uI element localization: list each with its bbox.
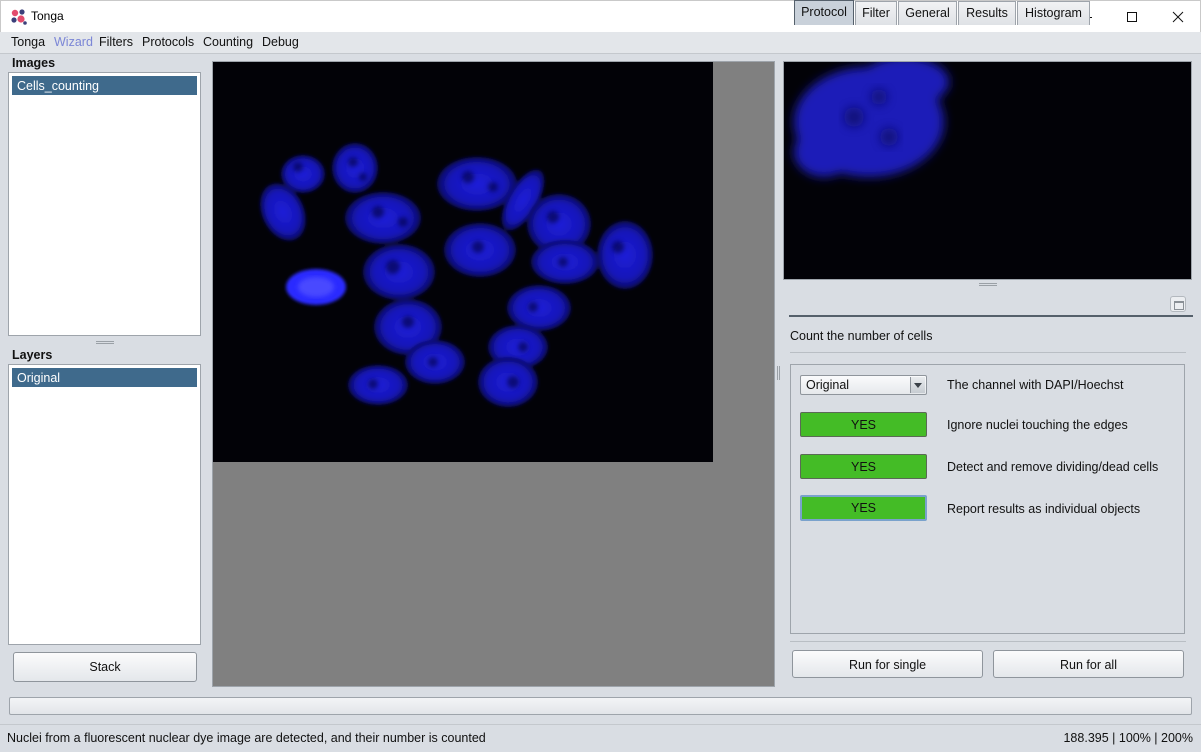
divider bbox=[790, 641, 1186, 642]
preview-viewer[interactable] bbox=[783, 61, 1192, 280]
run-for-all-button[interactable]: Run for all bbox=[993, 650, 1184, 678]
individual-objects-label: Report results as individual objects bbox=[947, 502, 1141, 516]
images-list[interactable]: Cells_counting bbox=[8, 72, 201, 336]
status-message: Nuclei from a fluorescent nuclear dye im… bbox=[7, 731, 486, 745]
menu-debug[interactable]: Debug bbox=[262, 35, 299, 49]
channel-select[interactable]: Original bbox=[800, 375, 927, 395]
tab-general[interactable]: General bbox=[898, 1, 957, 25]
left-splitter-handle[interactable] bbox=[96, 341, 114, 344]
close-icon bbox=[1172, 11, 1184, 22]
divider bbox=[790, 352, 1186, 353]
image-item-cells-counting[interactable]: Cells_counting bbox=[12, 76, 197, 95]
tab-histogram[interactable]: Histogram bbox=[1017, 1, 1090, 25]
divider bbox=[0, 724, 1201, 725]
menu-protocols[interactable]: Protocols bbox=[142, 35, 194, 49]
layer-item-original[interactable]: Original bbox=[12, 368, 197, 387]
images-panel-title: Images bbox=[12, 56, 56, 70]
center-splitter-handle[interactable] bbox=[777, 366, 780, 380]
close-button[interactable] bbox=[1155, 1, 1201, 32]
maximize-icon bbox=[1127, 11, 1137, 22]
image-viewer[interactable] bbox=[212, 61, 775, 687]
tab-filter[interactable]: Filter bbox=[855, 1, 897, 25]
ignore-edge-nuclei-toggle[interactable]: YES bbox=[800, 412, 927, 437]
layers-list[interactable]: Original bbox=[8, 364, 201, 645]
tab-protocol[interactable]: Protocol bbox=[794, 0, 854, 25]
menu-bar: Tonga Wizard Filters Protocols Counting … bbox=[0, 32, 1201, 54]
maximize-panel-icon[interactable] bbox=[1170, 296, 1186, 312]
layers-panel-title: Layers bbox=[12, 348, 53, 362]
menu-filters[interactable]: Filters bbox=[99, 35, 133, 49]
remove-dividing-cells-toggle[interactable]: YES bbox=[800, 454, 927, 479]
remove-dividing-cells-label: Detect and remove dividing/dead cells bbox=[947, 460, 1159, 474]
channel-select-label: The channel with DAPI/Hoechst bbox=[947, 378, 1124, 392]
protocol-title: Count the number of cells bbox=[790, 329, 933, 343]
tab-strip bbox=[789, 292, 1193, 317]
tab-results[interactable]: Results bbox=[958, 1, 1016, 25]
menu-counting[interactable]: Counting bbox=[203, 35, 253, 49]
microscopy-image bbox=[213, 62, 713, 462]
right-splitter-handle[interactable] bbox=[979, 283, 997, 286]
progress-bar bbox=[9, 697, 1192, 715]
maximize-button[interactable] bbox=[1109, 1, 1155, 32]
individual-objects-toggle[interactable]: YES bbox=[800, 495, 927, 521]
menu-wizard[interactable]: Wizard bbox=[54, 35, 93, 49]
menu-tonga[interactable]: Tonga bbox=[11, 35, 45, 49]
status-info: 188.395 | 100% | 200% bbox=[1063, 731, 1193, 745]
tonga-logo-icon bbox=[11, 9, 27, 25]
channel-select-value: Original bbox=[806, 378, 850, 392]
window-title: Tonga bbox=[31, 9, 64, 23]
stack-button[interactable]: Stack bbox=[13, 652, 197, 682]
run-for-single-button[interactable]: Run for single bbox=[792, 650, 983, 678]
ignore-edge-nuclei-label: Ignore nuclei touching the edges bbox=[947, 418, 1128, 432]
chevron-down-icon bbox=[910, 377, 925, 393]
preview-image bbox=[794, 62, 949, 177]
